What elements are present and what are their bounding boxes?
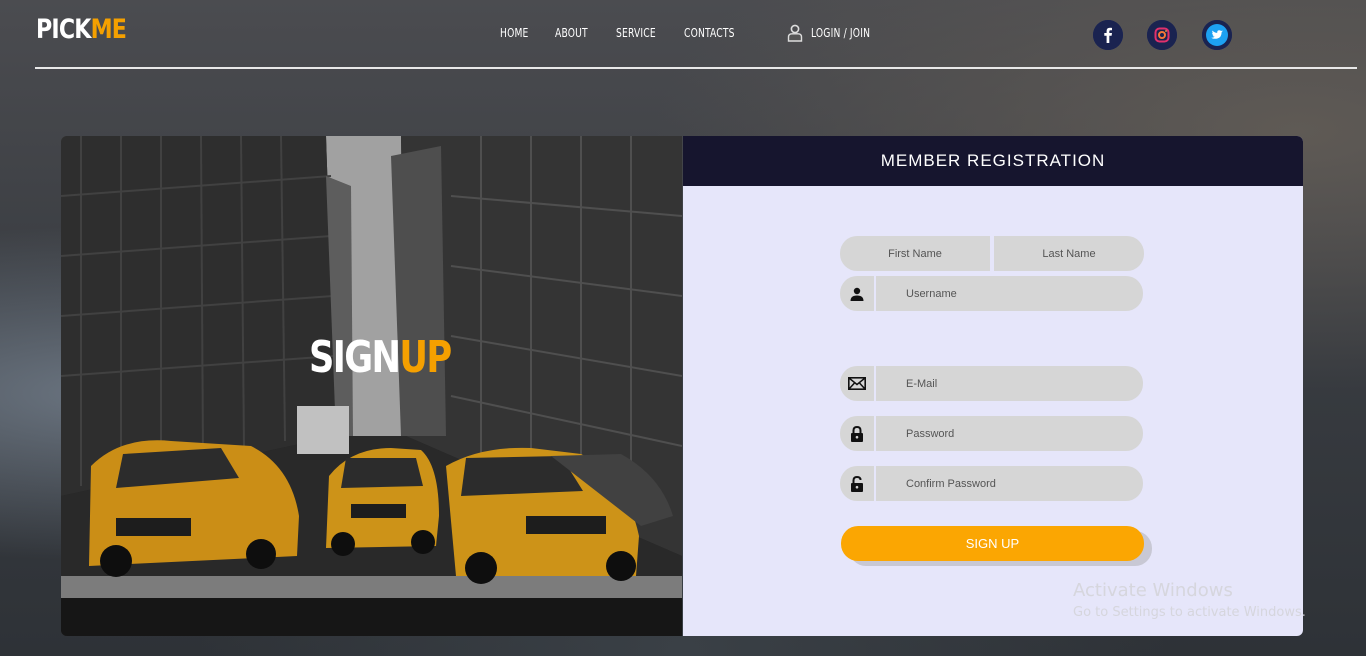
envelope-icon bbox=[848, 377, 866, 390]
registration-form-panel: MEMBER REGISTRATION First Name Last Name… bbox=[683, 136, 1303, 636]
brand-logo[interactable]: PICKME bbox=[36, 14, 127, 45]
watermark-title: Activate Windows bbox=[1073, 580, 1233, 601]
signup-button[interactable]: SIGN UP bbox=[841, 526, 1144, 561]
twitter-icon bbox=[1202, 20, 1232, 50]
form-title: MEMBER REGISTRATION bbox=[880, 151, 1106, 170]
confirm-password-icon-box bbox=[840, 466, 874, 501]
person-icon bbox=[850, 287, 864, 301]
facebook-button[interactable] bbox=[1093, 20, 1123, 50]
first-name-input[interactable] bbox=[840, 236, 990, 271]
nav-login-join[interactable]: LOGIN / JOIN bbox=[811, 26, 870, 40]
unlock-icon bbox=[851, 475, 863, 492]
nav-about[interactable]: ABOUT bbox=[555, 26, 588, 40]
password-input[interactable] bbox=[876, 416, 1143, 451]
form-header: MEMBER REGISTRATION bbox=[683, 136, 1303, 186]
windows-activation-watermark: Activate Windows Go to Settings to activ… bbox=[1073, 580, 1306, 620]
username-input[interactable] bbox=[876, 276, 1143, 311]
header-divider bbox=[35, 67, 1357, 69]
taxi-street-photo: SIGNUP bbox=[61, 136, 682, 636]
username-icon-box bbox=[840, 276, 874, 311]
lock-icon bbox=[851, 425, 863, 442]
top-navigation-bar: PICKME HOME ABOUT SERVICE CONTACTS LOGIN… bbox=[0, 0, 1366, 70]
watermark-subtitle: Go to Settings to activate Windows. bbox=[1073, 605, 1306, 620]
brand-logo-part1: PICK bbox=[36, 14, 91, 45]
confirm-password-input[interactable] bbox=[876, 466, 1143, 501]
last-name-input[interactable] bbox=[994, 236, 1144, 271]
signup-hero-text: SIGNUP bbox=[309, 332, 452, 383]
instagram-icon bbox=[1147, 20, 1177, 50]
email-icon-box bbox=[840, 366, 874, 401]
brand-logo-part2: ME bbox=[90, 14, 127, 45]
nav-contacts[interactable]: CONTACTS bbox=[684, 26, 735, 40]
signup-hero-word2: UP bbox=[399, 332, 452, 383]
twitter-button[interactable] bbox=[1202, 20, 1232, 50]
city-taxi-illustration bbox=[61, 136, 682, 636]
password-icon-box bbox=[840, 416, 874, 451]
instagram-button[interactable] bbox=[1147, 20, 1177, 50]
nav-home[interactable]: HOME bbox=[500, 26, 529, 40]
email-input[interactable] bbox=[876, 366, 1143, 401]
user-icon bbox=[787, 24, 803, 42]
nav-service[interactable]: SERVICE bbox=[616, 26, 656, 40]
facebook-icon bbox=[1093, 20, 1123, 50]
registration-card: SIGNUP MEMBER REGISTRATION First Name La… bbox=[61, 136, 1303, 636]
signup-hero-word1: SIGN bbox=[309, 332, 401, 383]
